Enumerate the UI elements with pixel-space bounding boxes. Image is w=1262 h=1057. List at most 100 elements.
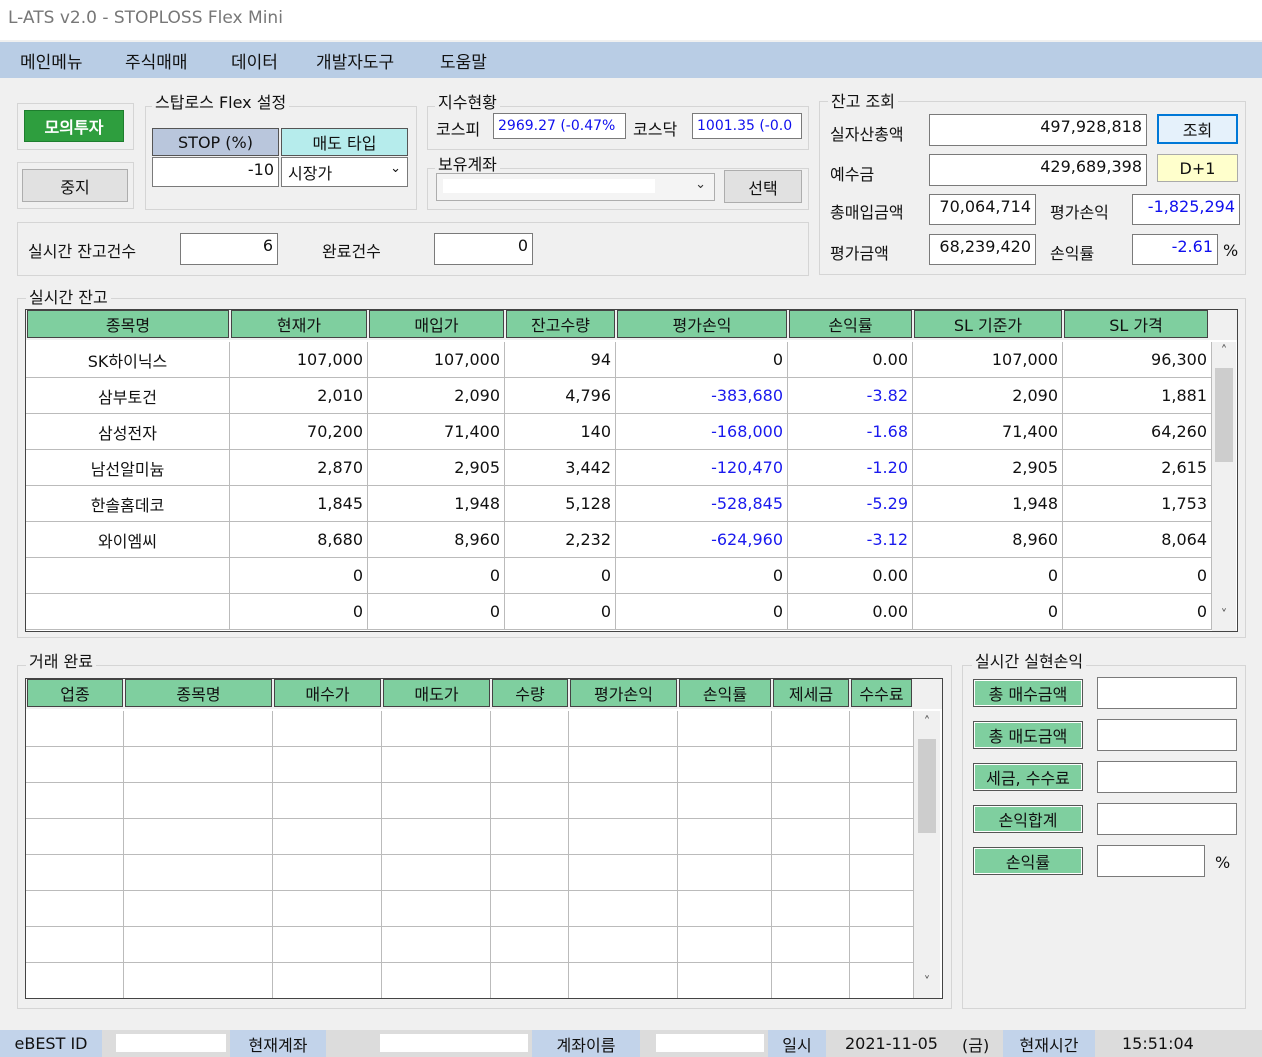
col-trade-fee[interactable]: 수수료 [851, 679, 912, 707]
holdings-table[interactable]: 종목명 현재가 매입가 잔고수량 평가손익 손익률 SL 기준가 SL 가격 S… [25, 309, 1238, 632]
col-pl-rate[interactable]: 손익률 [789, 310, 912, 338]
col-buy-price[interactable]: 매입가 [369, 310, 504, 338]
cell-current-price: 8,680 [230, 522, 368, 558]
sell-type-select[interactable]: 시장가 ⌄ [281, 157, 408, 187]
table-cell [26, 927, 124, 963]
col-trade-pl-rate[interactable]: 손익률 [679, 679, 771, 707]
mock-trading-button[interactable]: 모의투자 [24, 110, 124, 142]
table-cell [26, 819, 124, 855]
table-row[interactable]: 한솔홈데코 1,845 1,948 5,128 -528,845 -5.29 1,948 1,… [26, 486, 1212, 522]
trades-scroll-thumb[interactable] [918, 739, 936, 833]
table-cell [124, 747, 273, 783]
col-trade-stock-name[interactable]: 종목명 [125, 679, 272, 707]
cell-current-price: 107,000 [230, 342, 368, 378]
scroll-up-icon[interactable]: ˄ [914, 715, 940, 730]
menu-main[interactable]: 메인메뉴 [20, 48, 83, 73]
menu-data[interactable]: 데이터 [231, 48, 278, 73]
holdings-scroll-thumb[interactable] [1215, 368, 1233, 462]
col-sl-base-price[interactable]: SL 기준가 [914, 310, 1062, 338]
col-trade-sell-price[interactable]: 매도가 [383, 679, 490, 707]
table-cell [491, 891, 569, 927]
trades-table[interactable]: 업종 종목명 매수가 매도가 수량 평가손익 손익률 제세금 수수료 ˄ ˅ [25, 678, 943, 999]
stop-percent-input[interactable]: -10 [152, 157, 279, 187]
index-title: 지수현황 [435, 89, 500, 113]
realized-sell-total-value [1097, 719, 1237, 751]
cell-sl-price: 2,615 [1063, 450, 1212, 486]
account-select-button[interactable]: 선택 [724, 170, 802, 203]
cell-quantity: 5,128 [505, 486, 616, 522]
done-count-value: 0 [434, 233, 533, 265]
table-row[interactable]: SK하이닉스 107,000 107,000 94 0 0.00 107,000 96,300 [26, 342, 1212, 378]
cell-buy-price: 107,000 [368, 342, 505, 378]
menu-dev-tools[interactable]: 개발자도구 [316, 48, 394, 73]
cell-buy-price: 2,090 [368, 378, 505, 414]
scroll-up-icon[interactable]: ˄ [1212, 344, 1236, 359]
col-trade-buy-price[interactable]: 매수가 [274, 679, 381, 707]
col-stock-name[interactable]: 종목명 [27, 310, 229, 338]
cell-eval-pl: 0 [616, 558, 788, 594]
col-trade-tax[interactable]: 제세금 [773, 679, 849, 707]
menu-help[interactable]: 도움말 [440, 48, 487, 73]
scroll-down-icon[interactable]: ˅ [1212, 608, 1236, 623]
realized-tax-fee-value [1097, 761, 1237, 793]
table-row[interactable] [26, 711, 914, 747]
cell-current-price: 1,845 [230, 486, 368, 522]
holdings-scrollbar[interactable]: ˄ ˅ [1212, 342, 1236, 631]
table-cell [491, 819, 569, 855]
cell-stock-name: 삼성전자 [26, 414, 230, 450]
col-sector[interactable]: 업종 [27, 679, 123, 707]
cell-sl-price: 96,300 [1063, 342, 1212, 378]
col-sl-price[interactable]: SL 가격 [1064, 310, 1208, 338]
cell-sl-price: 64,260 [1063, 414, 1212, 450]
col-trade-quantity[interactable]: 수량 [492, 679, 568, 707]
eval-pl-label: 평가손익 [1050, 203, 1109, 222]
holdings-title: 실시간 잔고 [26, 284, 111, 308]
scroll-down-icon[interactable]: ˅ [914, 975, 940, 990]
table-row[interactable]: 와이엠씨 8,680 8,960 2,232 -624,960 -3.12 8,960 8,0… [26, 522, 1212, 558]
stop-button[interactable]: 중지 [22, 169, 128, 202]
cell-pl-rate: 0.00 [788, 594, 913, 630]
table-cell [850, 963, 914, 998]
table-cell [678, 819, 772, 855]
table-cell [678, 891, 772, 927]
cell-stock-name: 와이엠씨 [26, 522, 230, 558]
cell-eval-pl: 0 [616, 594, 788, 630]
query-button[interactable]: 조회 [1157, 114, 1238, 144]
table-cell [26, 711, 124, 747]
col-quantity[interactable]: 잔고수량 [506, 310, 615, 338]
table-row[interactable] [26, 963, 914, 998]
table-row[interactable] [26, 783, 914, 819]
table-cell [491, 855, 569, 891]
table-cell [772, 783, 850, 819]
table-row[interactable] [26, 927, 914, 963]
table-row[interactable] [26, 747, 914, 783]
trades-scrollbar[interactable]: ˄ ˅ [914, 711, 940, 998]
cell-sl-base-price: 2,905 [913, 450, 1063, 486]
col-eval-pl[interactable]: 평가손익 [617, 310, 787, 338]
table-row[interactable]: 0 0 0 0 0.00 0 0 [26, 558, 1212, 594]
table-row[interactable]: 0 0 0 0 0.00 0 0 [26, 594, 1212, 630]
holdings-header-row: 종목명 현재가 매입가 잔고수량 평가손익 손익률 SL 기준가 SL 가격 [26, 310, 1237, 340]
cell-quantity: 2,232 [505, 522, 616, 558]
table-row[interactable] [26, 819, 914, 855]
d1-badge[interactable]: D+1 [1157, 154, 1238, 182]
cell-sl-price: 1,881 [1063, 378, 1212, 414]
account-select[interactable]: ⌄ [436, 173, 715, 201]
col-trade-eval-pl[interactable]: 평가손익 [570, 679, 677, 707]
deposit-label: 예수금 [830, 165, 875, 184]
table-row[interactable]: 삼부토건 2,010 2,090 4,796 -383,680 -3.82 2,090 1,8… [26, 378, 1212, 414]
table-cell [772, 855, 850, 891]
table-row[interactable] [26, 855, 914, 891]
table-row[interactable]: 삼성전자 70,200 71,400 140 -168,000 -1.68 71,400 64… [26, 414, 1212, 450]
cell-sl-base-price: 0 [913, 594, 1063, 630]
col-current-price[interactable]: 현재가 [231, 310, 367, 338]
table-cell [382, 783, 491, 819]
cell-pl-rate: -1.20 [788, 450, 913, 486]
cell-current-price: 0 [230, 558, 368, 594]
menu-stock-trading[interactable]: 주식매매 [125, 48, 188, 73]
table-row[interactable]: 남선알미늄 2,870 2,905 3,442 -120,470 -1.20 2,905 2,… [26, 450, 1212, 486]
cell-pl-rate: -5.29 [788, 486, 913, 522]
table-cell [273, 783, 382, 819]
cell-sl-base-price: 8,960 [913, 522, 1063, 558]
table-row[interactable] [26, 891, 914, 927]
